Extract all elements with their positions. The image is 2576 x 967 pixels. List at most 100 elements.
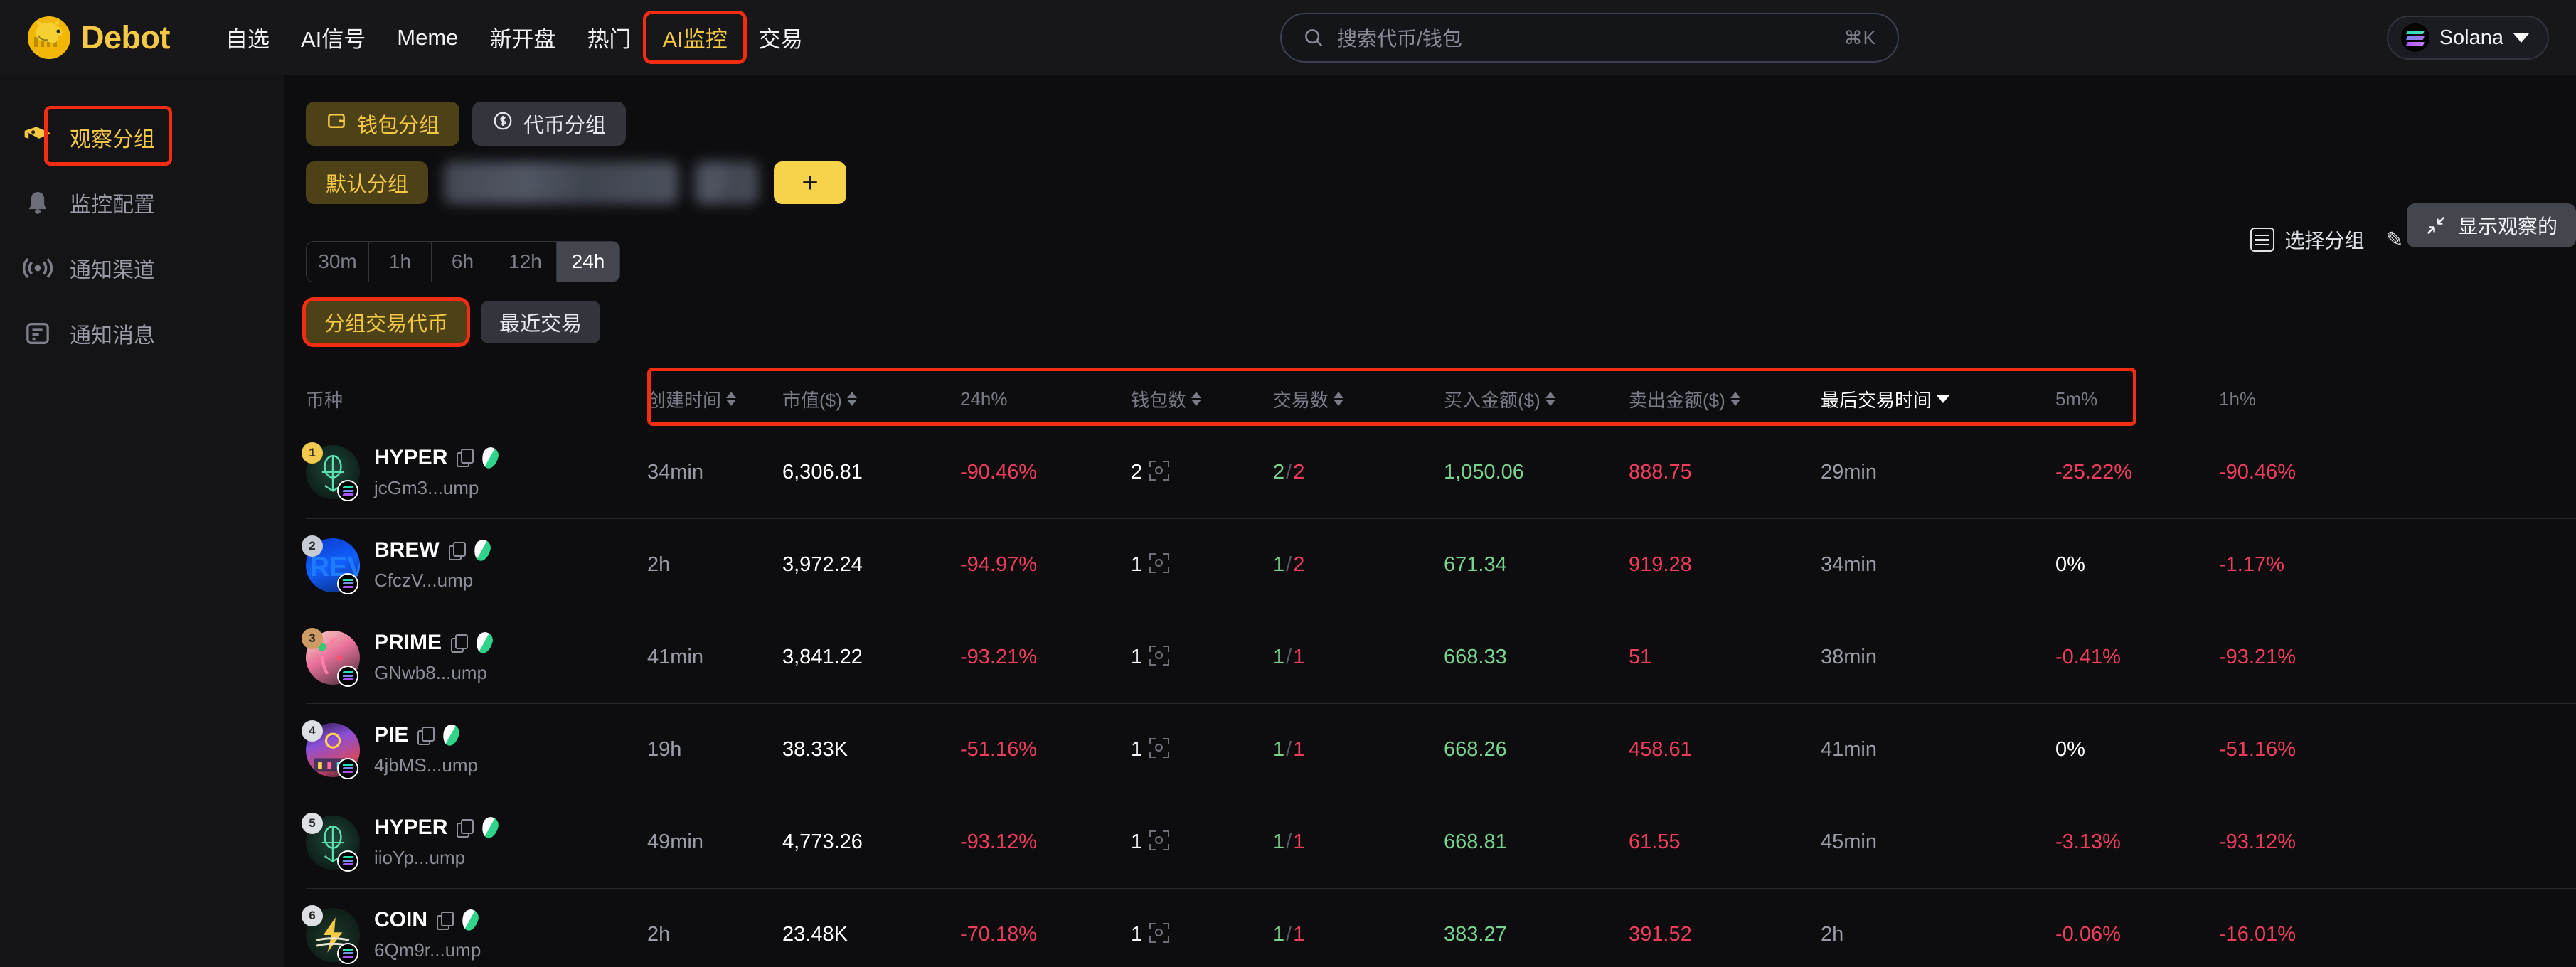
nav-item-1[interactable]: AI信号	[285, 14, 381, 60]
copy-icon[interactable]	[451, 634, 469, 653]
nav-item-6[interactable]: 交易	[743, 14, 819, 60]
copy-icon[interactable]	[437, 911, 454, 930]
col-header-last-trade-time[interactable]: 最后交易时间	[1821, 386, 2055, 412]
solana-chain-badge-icon	[337, 665, 358, 687]
copy-icon[interactable]	[457, 449, 474, 467]
cell-wallet-count[interactable]: 1	[1131, 646, 1273, 669]
table-row[interactable]: 4 PIE 4jbMS...ump 19h 38.33K -51.16% 1 1…	[302, 703, 2576, 796]
cell-coin[interactable]: 1 HYPER jcGm3...ump	[302, 442, 647, 501]
sidebar-item-watch-groups[interactable]: 观察分组	[0, 105, 284, 170]
select-group-button[interactable]: 选择分组 ✎	[2250, 225, 2404, 254]
token-address[interactable]: CfczV...ump	[374, 570, 490, 592]
top-navigation-bar: Debot 自选 AI信号 Meme 新开盘 热门 AI监控 交易 搜索代币/钱…	[0, 0, 2576, 75]
leaf-safety-icon[interactable]	[472, 538, 492, 563]
group-chip-default[interactable]: 默认分组	[306, 161, 429, 204]
scan-icon[interactable]	[1149, 830, 1170, 850]
leaf-safety-icon[interactable]	[474, 630, 495, 656]
table-row[interactable]: 2 REV BREW CfczV...ump 2h 3,972.24 -94.9…	[302, 518, 2576, 611]
cell-wallet-count[interactable]: 1	[1131, 738, 1273, 762]
copy-icon[interactable]	[417, 726, 435, 745]
sidebar-item-notify-channels[interactable]: 通知渠道	[0, 235, 284, 301]
table-row[interactable]: 5 HYPER iioYp...ump 49min 4,773.26 -93.1…	[302, 796, 2576, 888]
tab-wallet-groups[interactable]: 钱包分组	[306, 102, 460, 146]
sidebar-item-notify-messages[interactable]: 通知消息	[0, 301, 284, 366]
tokens-table: 币种 创建时间 市值($) 24h% 钱包数 交易数 买入金额($) 卖出金额(…	[302, 368, 2576, 967]
cell-coin[interactable]: 3 PRIME GNwb8...ump	[302, 627, 647, 687]
cell-coin[interactable]: 6 COIN 6Qm9r...ump	[302, 904, 647, 964]
copy-icon[interactable]	[448, 541, 466, 560]
col-header-trades[interactable]: 交易数	[1273, 386, 1444, 412]
cell-wallet-count[interactable]: 1	[1131, 553, 1273, 577]
show-watched-button[interactable]: 显示观察的	[2406, 203, 2576, 247]
token-address[interactable]: GNwb8...ump	[374, 662, 492, 684]
cell-change-24h: -93.12%	[960, 830, 1038, 853]
token-address[interactable]: jcGm3...ump	[374, 477, 498, 499]
col-header-sell-amount[interactable]: 卖出金额($)	[1629, 386, 1821, 412]
col-header-wallets[interactable]: 钱包数	[1131, 386, 1273, 412]
cell-last-trade-time: 38min	[1821, 646, 1877, 668]
nav-item-4[interactable]: 热门	[571, 14, 646, 60]
col-header-sell-amount-label: 卖出金额($)	[1629, 389, 1725, 411]
cell-coin[interactable]: 2 REV BREW CfczV...ump	[302, 535, 647, 594]
nav-item-3[interactable]: 新开盘	[474, 14, 571, 60]
leaf-safety-icon[interactable]	[459, 907, 481, 933]
brand-logo-group[interactable]: Debot	[27, 16, 171, 60]
col-header-change-1h: 1h%	[2219, 388, 2383, 410]
cell-last-trade-time: 2h	[1821, 923, 1844, 946]
pencil-icon[interactable]: ✎	[2385, 228, 2403, 252]
sidebar-item-monitor-config[interactable]: 监控配置	[0, 170, 284, 235]
cell-change-1h: -51.16%	[2219, 738, 2296, 761]
tab-recent-trades[interactable]: 最近交易	[481, 301, 601, 343]
cell-buy-amount: 383.27	[1444, 923, 1507, 946]
nav-item-ai-monitor[interactable]: AI监控	[643, 11, 747, 64]
scan-icon[interactable]	[1149, 646, 1170, 666]
leaf-safety-icon[interactable]	[480, 445, 501, 470]
cell-buy-amount: 668.26	[1444, 738, 1507, 761]
token-address[interactable]: 6Qm9r...ump	[374, 939, 481, 961]
leaf-safety-icon[interactable]	[441, 722, 462, 748]
nav-item-0[interactable]: 自选	[210, 14, 285, 60]
token-avatar: 3	[302, 627, 360, 687]
cell-wallet-count[interactable]: 1	[1131, 923, 1273, 946]
scan-icon[interactable]	[1149, 738, 1170, 758]
leaf-safety-icon[interactable]	[480, 815, 501, 840]
timeframe-1h[interactable]: 1h	[369, 242, 432, 282]
token-address[interactable]: 4jbMS...ump	[374, 754, 478, 776]
copy-icon[interactable]	[457, 818, 474, 838]
cell-change-5m: -25.22%	[2055, 460, 2133, 484]
table-row[interactable]: 6 COIN 6Qm9r...ump 2h 23.48K -70.18% 1 1…	[302, 888, 2576, 967]
col-header-created[interactable]: 创建时间	[647, 386, 782, 412]
scan-icon[interactable]	[1149, 553, 1170, 573]
token-symbol: HYPER	[374, 816, 448, 839]
col-header-market-cap[interactable]: 市值($)	[782, 386, 960, 412]
timeframe-24h[interactable]: 24h	[557, 242, 619, 282]
col-header-buy-amount[interactable]: 买入金额($)	[1444, 386, 1629, 412]
cell-coin[interactable]: 5 HYPER iioYp...ump	[302, 812, 647, 872]
tab-token-groups[interactable]: 代币分组	[472, 102, 627, 146]
nav-item-2[interactable]: Meme	[381, 18, 474, 58]
global-search-box[interactable]: 搜索代币/钱包 ⌘K	[1280, 13, 1899, 63]
table-row[interactable]: 1 HYPER jcGm3...ump 34min 6,306.81 -90.4…	[302, 426, 2576, 518]
cell-created-time: 19h	[647, 738, 682, 761]
bell-icon	[21, 188, 54, 217]
scan-icon[interactable]	[1149, 460, 1170, 481]
tab-group-traded-tokens[interactable]: 分组交易代币	[302, 297, 471, 347]
cell-wallet-count[interactable]: 1	[1131, 830, 1273, 854]
timeframe-6h[interactable]: 6h	[432, 242, 494, 282]
search-input[interactable]: 搜索代币/钱包	[1337, 23, 1831, 52]
dollar-circle-icon	[492, 110, 513, 137]
add-group-button[interactable]: +	[774, 161, 847, 204]
cell-sell-amount: 919.28	[1629, 553, 1692, 576]
chain-selector[interactable]: Solana	[2386, 16, 2549, 60]
group-chip-blurred-2[interactable]	[694, 161, 759, 204]
token-address[interactable]: iioYp...ump	[374, 847, 498, 869]
group-chip-blurred-1[interactable]	[444, 161, 679, 204]
timeframe-12h[interactable]: 12h	[494, 242, 557, 282]
cell-coin[interactable]: 4 PIE 4jbMS...ump	[302, 720, 647, 779]
cell-wallet-count[interactable]: 2	[1131, 460, 1273, 484]
table-row[interactable]: 3 PRIME GNwb8...ump 41min 3,841.22 -93.2…	[302, 611, 2576, 703]
trade-buy-count: 1	[1273, 738, 1285, 761]
col-header-market-cap-label: 市值($)	[782, 389, 842, 411]
timeframe-30m[interactable]: 30m	[307, 242, 369, 282]
scan-icon[interactable]	[1149, 923, 1170, 943]
